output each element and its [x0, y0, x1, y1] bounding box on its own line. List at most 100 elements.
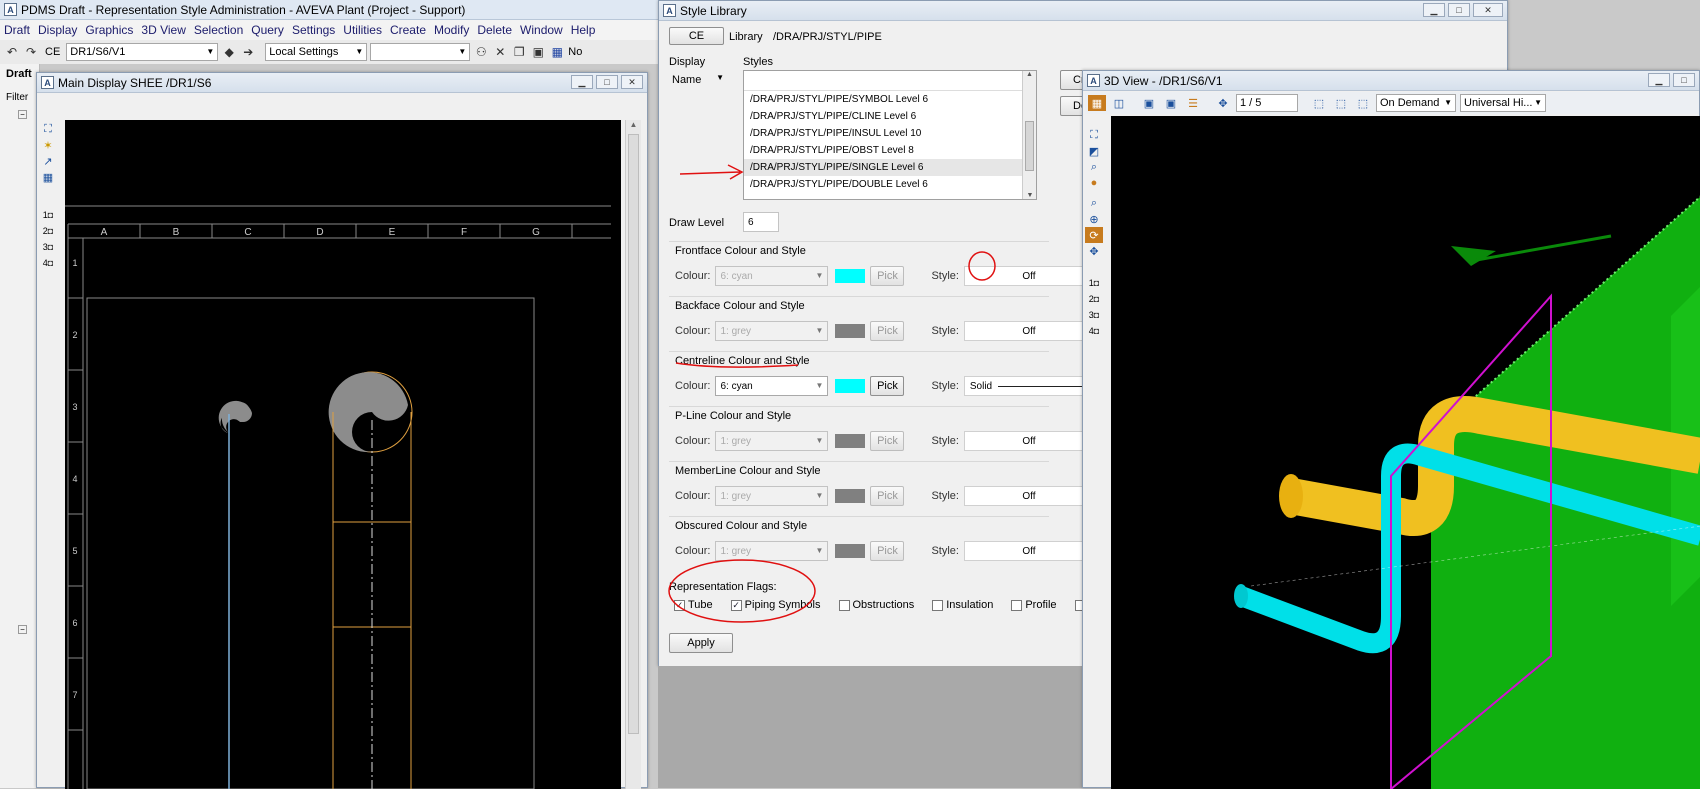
style-field[interactable]: Off — [963, 321, 1094, 341]
apply-button[interactable]: Apply — [669, 633, 733, 653]
view-preset-1-button[interactable]: 1 ◘ — [39, 207, 57, 223]
flag-tube-checkbox[interactable]: ✓ Tube — [674, 599, 713, 611]
pick-button[interactable]: Pick — [870, 486, 905, 506]
zoom-icon[interactable]: ⌕ — [1085, 159, 1103, 175]
zoom-in-icon[interactable]: ⊕ — [1085, 211, 1103, 227]
colour-combo[interactable]: 6: cyan ▼ — [715, 376, 829, 396]
view-preset-4-button[interactable]: 4 ◘ — [1085, 323, 1103, 339]
arrow-left-icon[interactable]: ◆ — [221, 45, 237, 59]
view-split-icon[interactable]: ◫ — [1110, 95, 1128, 111]
render-style-combo[interactable]: Universal Hi... ▼ — [1460, 94, 1546, 112]
menu-item-window[interactable]: Window — [516, 23, 567, 37]
style-list-item[interactable]: /DRA/PRJ/STYL/PIPE/CLINE Level 6 — [744, 108, 1036, 125]
ce-button[interactable]: CE — [669, 27, 724, 45]
walk-icon[interactable]: ✥ — [1214, 95, 1232, 111]
tree-collapse-icon[interactable]: − — [18, 110, 27, 119]
flag-profile-checkbox[interactable]: Profile — [1011, 599, 1057, 611]
drawing-canvas[interactable]: A B C D E F G 1 2 3 4 5 6 7 — [65, 120, 621, 789]
minimize-icon[interactable]: ▁ — [571, 75, 593, 89]
empty-combo[interactable]: ▼ — [370, 43, 471, 61]
clip-icon[interactable]: ◩ — [1085, 143, 1103, 159]
colour-combo[interactable]: 1: grey ▼ — [715, 321, 829, 341]
view-window2-icon[interactable]: ▣ — [1162, 95, 1180, 111]
scroll-down-icon[interactable]: ▼ — [1023, 192, 1037, 199]
settings-combo[interactable]: Local Settings ▼ — [265, 43, 368, 61]
colour-combo[interactable]: 1: grey ▼ — [715, 486, 829, 506]
flag-obstructions-checkbox[interactable]: Obstructions — [838, 599, 914, 611]
style-field[interactable]: Off — [963, 266, 1094, 286]
menu-item-display[interactable]: Display — [34, 23, 81, 37]
menu-item-help[interactable]: Help — [567, 23, 600, 37]
zoom-extent-icon[interactable]: ⛶ — [1085, 127, 1103, 143]
style-field[interactable]: Off — [963, 486, 1094, 506]
menu-item-graphics[interactable]: Graphics — [81, 23, 137, 37]
menu-item-selection[interactable]: Selection — [190, 23, 247, 37]
pick-button[interactable]: Pick — [870, 321, 905, 341]
style-list-item[interactable]: /DRA/PRJ/STYL/PIPE/SINGLE Level 6 — [744, 159, 1036, 176]
draw-level-input[interactable]: 6 — [743, 212, 779, 232]
view-window-icon[interactable]: ▣ — [1140, 95, 1158, 111]
colour-combo[interactable]: 6: cyan ▼ — [715, 266, 829, 286]
minimize-icon[interactable]: ▁ — [1423, 3, 1445, 17]
save-icon[interactable]: ▣ — [530, 45, 546, 59]
styles-list-scrollbar[interactable]: ▲ ▼ — [1022, 71, 1036, 199]
vertical-scrollbar[interactable]: ▲ — [625, 120, 641, 789]
pick-button[interactable]: Pick — [870, 541, 905, 561]
select2-icon[interactable]: ⬚ — [1332, 95, 1350, 111]
view-list-icon[interactable]: ☰ — [1184, 95, 1202, 111]
view-layout-icon[interactable]: ▦ — [1088, 95, 1106, 111]
minimize-icon[interactable]: ▁ — [1648, 73, 1670, 87]
menu-item-settings[interactable]: Settings — [288, 23, 339, 37]
maximize-icon[interactable]: □ — [596, 75, 618, 89]
scroll-thumb[interactable] — [1025, 121, 1034, 171]
shaded-icon[interactable]: ● — [1085, 175, 1103, 191]
pick-button[interactable]: Pick — [870, 376, 905, 396]
scroll-up-icon[interactable]: ▲ — [1023, 71, 1036, 78]
menu-item-delete[interactable]: Delete — [473, 23, 516, 37]
pick-button[interactable]: Pick — [870, 266, 905, 286]
sun-icon[interactable]: ✶ — [39, 137, 57, 153]
style-field[interactable]: Off — [963, 541, 1094, 561]
view-preset-4-button[interactable]: 4 ◘ — [39, 255, 57, 271]
style-field[interactable]: Solid — [963, 376, 1094, 396]
scroll-up-icon[interactable]: ▲ — [626, 120, 641, 129]
display-combo[interactable]: Name ▼ — [669, 70, 727, 90]
style-list-item[interactable]: /DRA/PRJ/STYL/PIPE/INSUL Level 10 — [744, 125, 1036, 142]
binoculars-icon[interactable]: ⚇ — [473, 45, 489, 59]
select3-icon[interactable]: ⬚ — [1354, 95, 1372, 111]
redo-icon[interactable]: ↷ — [23, 45, 39, 59]
undo-icon[interactable]: ↶ — [4, 45, 20, 59]
close-x-icon[interactable]: ✕ — [492, 45, 508, 59]
view-preset-2-button[interactable]: 2 ◘ — [39, 223, 57, 239]
grid-icon[interactable]: ▦ — [549, 45, 565, 59]
view-preset-2-button[interactable]: 2 ◘ — [1085, 291, 1103, 307]
close-icon[interactable]: ✕ — [621, 75, 643, 89]
style-list-item[interactable]: /DRA/PRJ/STYL/PIPE/SYMBOL Level 6 — [744, 91, 1036, 108]
view-preset-1-button[interactable]: 1 ◘ — [1085, 275, 1103, 291]
rotate-icon[interactable]: ⟳ — [1085, 227, 1103, 243]
styles-list[interactable]: /DRA/PRJ/STYL/PIPE/SYMBOL Level 6/DRA/PR… — [743, 70, 1037, 200]
ce-combo[interactable]: DR1/S6/V1 ▼ — [66, 43, 219, 61]
menu-item-draft[interactable]: Draft — [0, 23, 34, 37]
maximize-icon[interactable]: □ — [1673, 73, 1695, 87]
view3d-canvas[interactable] — [1111, 116, 1700, 789]
colour-combo[interactable]: 1: grey ▼ — [715, 431, 829, 451]
scroll-thumb[interactable] — [628, 134, 639, 734]
menu-item-utilities[interactable]: Utilities — [339, 23, 386, 37]
pointer-icon[interactable]: ↗ — [39, 153, 57, 169]
menu-item-query[interactable]: Query — [247, 23, 288, 37]
pan-icon[interactable]: ✥ — [1085, 243, 1103, 259]
style-list-item[interactable]: /DRA/PRJ/STYL/PIPE/OBST Level 8 — [744, 142, 1036, 159]
view-preset-3-button[interactable]: 3 ◘ — [1085, 307, 1103, 323]
maximize-icon[interactable]: □ — [1448, 3, 1470, 17]
grid-icon[interactable]: ▦ — [39, 169, 57, 185]
select-icon[interactable]: ⬚ — [1310, 95, 1328, 111]
view-preset-3-button[interactable]: 3 ◘ — [39, 239, 57, 255]
arrow-right-icon[interactable]: ➔ — [240, 45, 256, 59]
zoom-extent-icon[interactable]: ⛶ — [39, 121, 57, 137]
menu-item-3d-view[interactable]: 3D View — [137, 23, 189, 37]
page-field[interactable]: 1 / 5 — [1236, 94, 1298, 112]
colour-combo[interactable]: 1: grey ▼ — [715, 541, 829, 561]
tree-collapse-icon[interactable]: − — [18, 625, 27, 634]
copy-icon[interactable]: ❐ — [511, 45, 527, 59]
